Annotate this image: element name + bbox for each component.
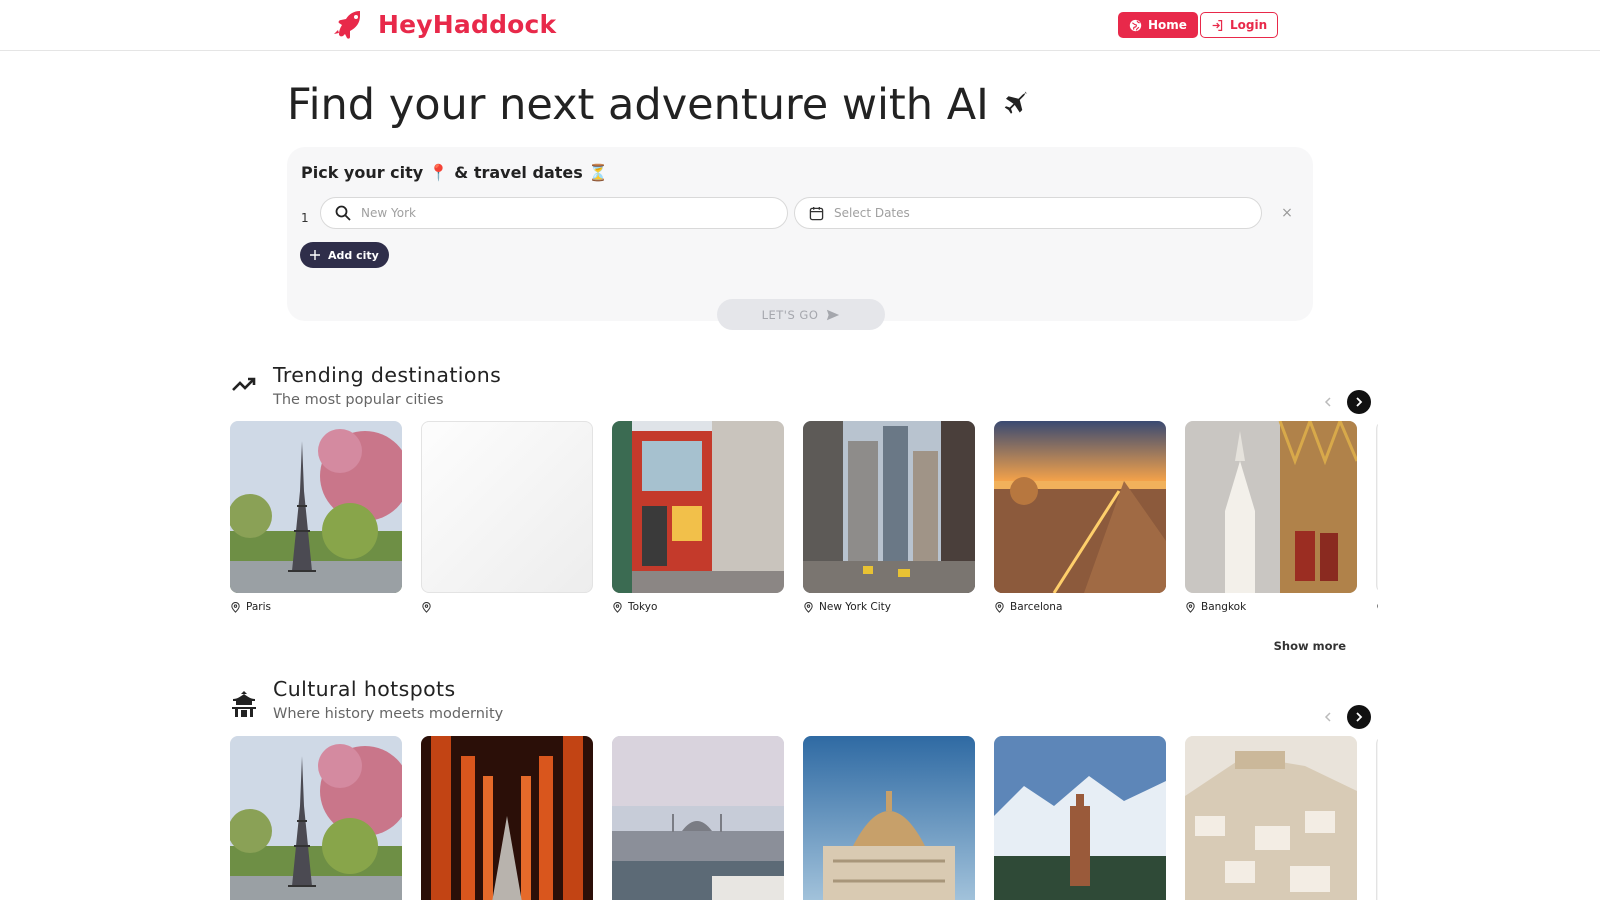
- login-label: Login: [1230, 18, 1268, 32]
- add-city-label: Add city: [328, 248, 379, 262]
- map-pin-icon: [1377, 603, 1378, 608]
- chevron-left-icon: [1324, 712, 1331, 722]
- destination-city: Barcelona: [1010, 601, 1063, 613]
- row-index: 1: [301, 211, 309, 225]
- chevron-right-icon: [1356, 397, 1363, 407]
- destination-image: [230, 736, 402, 900]
- destination-city: Bangkok: [1201, 601, 1247, 613]
- destination-city: New York City: [819, 601, 891, 613]
- destination-card[interactable]: [1376, 736, 1378, 900]
- calendar-icon: [809, 206, 824, 220]
- trip-form: Pick your city 📍 & travel dates ⏳ 1 × Ad…: [287, 147, 1313, 330]
- destination-card[interactable]: Paris: [230, 421, 402, 615]
- destination-image: [1185, 421, 1357, 593]
- destination-card[interactable]: [230, 736, 402, 900]
- city-search-field[interactable]: [320, 197, 788, 229]
- dates-field[interactable]: [794, 197, 1262, 229]
- destination-image: [994, 736, 1166, 900]
- destination-label: Bangkok: [1185, 599, 1357, 615]
- destination-card[interactable]: [1376, 421, 1378, 615]
- destination-image: [803, 421, 975, 593]
- city-search-input[interactable]: [361, 206, 741, 220]
- page-title-text: Find your next adventure with AI: [287, 80, 989, 130]
- destination-card[interactable]: [1185, 736, 1357, 900]
- destination-label: [1376, 599, 1378, 615]
- dates-input[interactable]: [834, 206, 1214, 220]
- destination-label: New York City: [803, 599, 975, 615]
- map-pin-icon: [804, 601, 813, 613]
- cultural-carousel: [230, 736, 1378, 900]
- chevron-right-icon: [1356, 712, 1363, 722]
- map-pin-icon: [995, 601, 1004, 613]
- destination-card[interactable]: [421, 736, 593, 900]
- map-pin-icon: [231, 601, 240, 613]
- login-icon: [1212, 19, 1223, 31]
- globe-icon: [1129, 19, 1142, 31]
- section-title: Cultural hotspots: [273, 677, 456, 701]
- home-label: Home: [1148, 18, 1187, 32]
- carousel-prev-button[interactable]: [1316, 705, 1340, 729]
- brand-name: HeyHaddock: [378, 9, 557, 39]
- destination-card[interactable]: [612, 736, 784, 900]
- destination-city: Paris: [246, 601, 271, 613]
- fish-logo-icon: [334, 11, 360, 39]
- map-pin-icon: [613, 601, 622, 613]
- airplane-icon: [1004, 91, 1028, 114]
- chevron-left-icon: [1324, 397, 1331, 407]
- brand[interactable]: HeyHaddock: [334, 8, 556, 40]
- destination-image: [803, 736, 975, 900]
- destination-image: [1185, 736, 1357, 900]
- destination-image: [612, 421, 784, 593]
- destination-card[interactable]: Bangkok: [1185, 421, 1357, 615]
- destination-image: [994, 421, 1166, 593]
- destination-card[interactable]: [994, 736, 1166, 900]
- destination-image: [612, 736, 784, 900]
- plus-icon: [310, 250, 320, 260]
- show-more-link[interactable]: Show more: [1274, 639, 1346, 653]
- section-subtitle: Where history meets modernity: [273, 706, 504, 722]
- top-navbar: HeyHaddock Home Login: [0, 0, 1600, 51]
- destination-image: [421, 421, 593, 593]
- map-pin-icon: [422, 601, 431, 613]
- destination-label: [421, 599, 593, 615]
- destination-label: Paris: [230, 599, 402, 615]
- carousel-next-button[interactable]: [1347, 390, 1371, 414]
- trending-section: Trending destinations The most popular c…: [230, 362, 1378, 653]
- carousel-prev-button[interactable]: [1316, 390, 1340, 414]
- pagoda-icon: [232, 691, 256, 717]
- remove-city-button[interactable]: ×: [1279, 205, 1295, 221]
- cultural-section: Cultural hotspots Where history meets mo…: [230, 677, 1378, 900]
- destination-card[interactable]: Tokyo: [612, 421, 784, 615]
- send-icon: [827, 309, 840, 320]
- form-title: Pick your city 📍 & travel dates ⏳: [301, 163, 609, 182]
- destination-card[interactable]: [803, 736, 975, 900]
- search-icon: [335, 205, 351, 221]
- destination-image: [1376, 421, 1378, 593]
- carousel-next-button[interactable]: [1347, 705, 1371, 729]
- map-pin-icon: [1186, 601, 1195, 613]
- destination-image: [230, 421, 402, 593]
- destination-image: [421, 736, 593, 900]
- section-title: Trending destinations: [273, 363, 502, 387]
- home-button[interactable]: Home: [1118, 12, 1198, 38]
- lets-go-label: LET'S GO: [761, 307, 819, 322]
- destination-label: Barcelona: [994, 599, 1166, 615]
- section-subtitle: The most popular cities: [273, 392, 444, 408]
- page-title: Find your next adventure with AI: [287, 80, 1031, 130]
- trending-up-icon: [232, 377, 256, 391]
- trending-carousel: Paris Tokyo New York City Barcelona Bang…: [230, 421, 1378, 621]
- destination-image: [1376, 736, 1378, 900]
- destination-card[interactable]: Barcelona: [994, 421, 1166, 615]
- lets-go-button[interactable]: LET'S GO: [717, 299, 885, 330]
- add-city-button[interactable]: Add city: [300, 242, 389, 268]
- destination-label: Tokyo: [612, 599, 784, 615]
- destination-city: Tokyo: [628, 601, 658, 613]
- destination-card[interactable]: New York City: [803, 421, 975, 615]
- login-button[interactable]: Login: [1200, 12, 1279, 38]
- destination-card[interactable]: [421, 421, 593, 615]
